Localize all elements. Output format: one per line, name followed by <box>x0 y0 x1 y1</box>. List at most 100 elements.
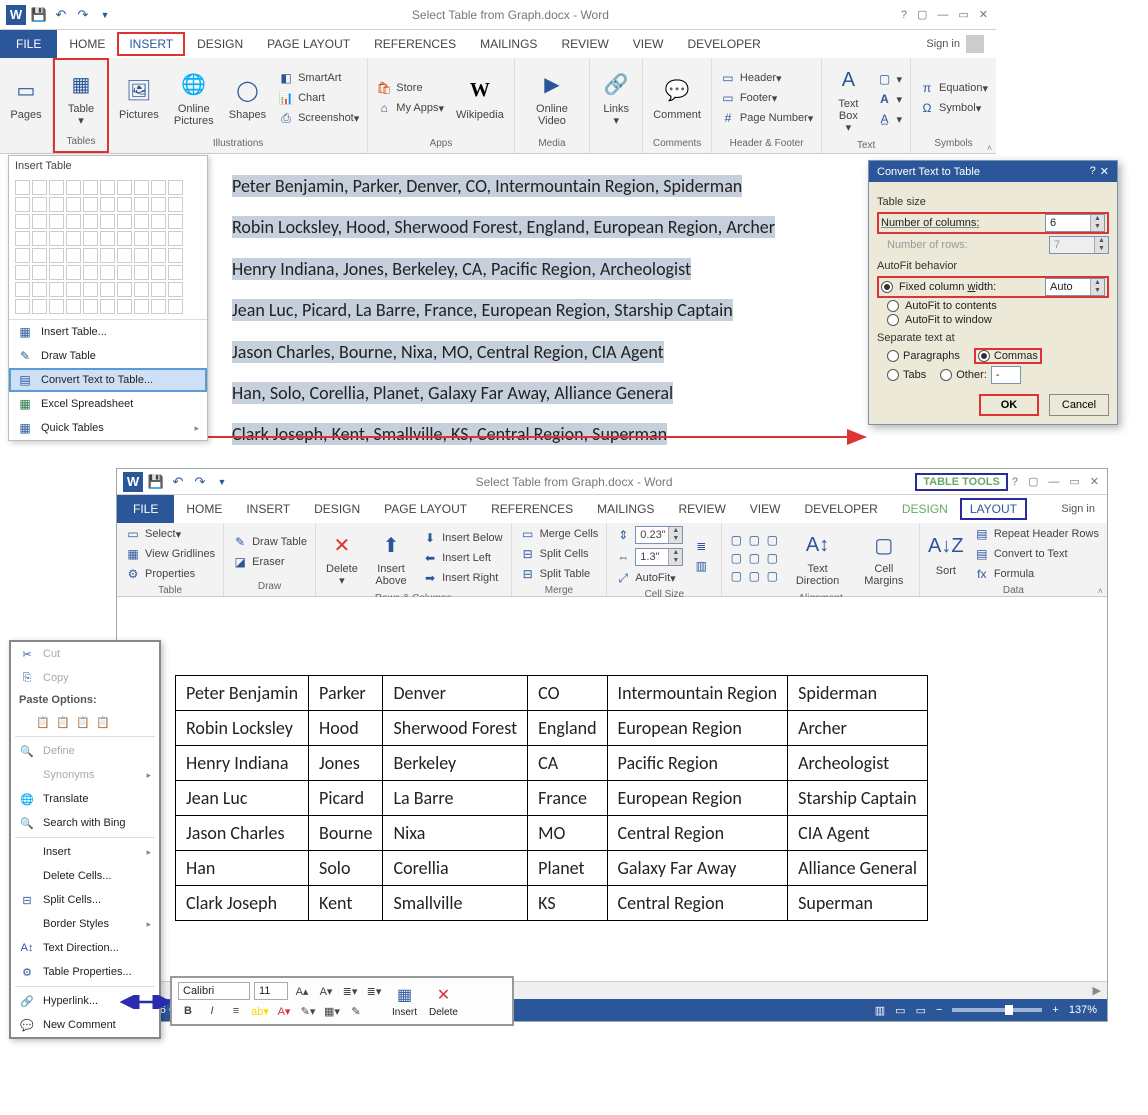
grid-cell[interactable] <box>66 214 81 229</box>
grid-cell[interactable] <box>117 248 132 263</box>
ribbon-display-icon-2[interactable]: ▢ <box>1028 475 1038 488</box>
ctx-border-styles[interactable]: Border Styles▸ <box>11 912 159 936</box>
delete-button[interactable]: ✕ Delete▾ <box>322 525 362 591</box>
tab-developer-2[interactable]: DEVELOPER <box>792 495 889 523</box>
grid-cell[interactable] <box>15 282 30 297</box>
grid-cell[interactable] <box>100 197 115 212</box>
grid-cell[interactable] <box>66 180 81 195</box>
bold-icon[interactable]: B <box>178 1002 198 1020</box>
shrink-font-icon[interactable]: A▾ <box>316 982 336 1000</box>
table-cell[interactable]: Starship Captain <box>788 781 928 816</box>
properties-button[interactable]: ⚙Properties <box>123 565 217 583</box>
table-row[interactable]: HanSoloCorelliaPlanetGalaxy Far AwayAlli… <box>176 851 928 886</box>
ctx-search-bing[interactable]: 🔍Search with Bing <box>11 811 159 835</box>
autofit-button[interactable]: ⤢AutoFit ▾ <box>613 569 685 587</box>
table-cell[interactable]: European Region <box>607 781 788 816</box>
table-cell[interactable]: Jason Charles <box>176 816 309 851</box>
paste-option-4-icon[interactable]: 📋 <box>95 714 111 730</box>
ctx-synonyms[interactable]: Synonyms▸ <box>11 763 159 787</box>
footer-button[interactable]: ▭Footer ▾ <box>718 89 815 107</box>
paste-option-1-icon[interactable]: 📋 <box>35 714 51 730</box>
selected-text-line[interactable]: Peter Benjamin, Parker, Denver, CO, Inte… <box>232 175 742 197</box>
table-cell[interactable]: Corellia <box>383 851 528 886</box>
collapse-ribbon-icon[interactable]: ˄ <box>987 143 992 153</box>
grid-cell[interactable] <box>168 248 183 263</box>
close-icon[interactable]: ✕ <box>979 8 988 21</box>
tab-references-2[interactable]: REFERENCES <box>479 495 585 523</box>
close-icon-2[interactable]: ✕ <box>1090 475 1099 488</box>
grid-cell[interactable] <box>151 299 166 314</box>
grid-cell[interactable] <box>15 265 30 280</box>
grid-cell[interactable] <box>117 180 132 195</box>
minimize-icon[interactable]: — <box>937 9 948 21</box>
myapps-button[interactable]: ⌂My Apps ▾ <box>374 99 446 117</box>
collapse-ribbon-icon-2[interactable]: ˄ <box>1098 586 1103 596</box>
table-cell[interactable]: European Region <box>607 711 788 746</box>
sign-in-link-2[interactable]: Sign in <box>1061 503 1107 515</box>
table-cell[interactable]: Hood <box>309 711 383 746</box>
sort-button[interactable]: A↓Z Sort <box>926 527 966 581</box>
grid-cell[interactable] <box>134 265 149 280</box>
highlight-icon[interactable]: ab▾ <box>250 1002 270 1020</box>
mini-insert-button[interactable]: ▦ Insert <box>388 985 421 1018</box>
insert-left-button[interactable]: ⬅Insert Left <box>420 549 505 567</box>
grid-cell[interactable] <box>32 180 47 195</box>
page-number-button[interactable]: #Page Number ▾ <box>718 109 815 127</box>
restore-icon[interactable]: ▭ <box>958 8 968 21</box>
tab-design[interactable]: DESIGN <box>185 30 255 58</box>
grid-cell[interactable] <box>66 248 81 263</box>
grid-cell[interactable] <box>168 282 183 297</box>
grid-cell[interactable] <box>151 180 166 195</box>
undo-icon-2[interactable]: ↶ <box>169 473 187 491</box>
grid-cell[interactable] <box>151 214 166 229</box>
font-color-icon[interactable]: A▾ <box>274 1002 294 1020</box>
grid-cell[interactable] <box>32 282 47 297</box>
table-row[interactable]: Jean LucPicardLa BarreFranceEuropean Reg… <box>176 781 928 816</box>
distribute-cols-button[interactable]: ▥ <box>691 557 715 575</box>
tab-file-2[interactable]: FILE <box>117 495 174 523</box>
tab-pagelayout[interactable]: PAGE LAYOUT <box>255 30 362 58</box>
cell-margins-button[interactable]: ▢ Cell Margins <box>855 525 913 591</box>
grow-font-icon[interactable]: A▴ <box>292 982 312 1000</box>
grid-cell[interactable] <box>32 197 47 212</box>
grid-cell[interactable] <box>134 231 149 246</box>
grid-cell[interactable] <box>83 180 98 195</box>
grid-cell[interactable] <box>100 282 115 297</box>
grid-cell[interactable] <box>168 180 183 195</box>
pictures-button[interactable]: 🖼 Pictures <box>115 71 163 125</box>
grid-cell[interactable] <box>32 299 47 314</box>
menu-convert-text-to-table[interactable]: ▤Convert Text to Table... <box>9 368 207 392</box>
grid-cell[interactable] <box>117 231 132 246</box>
equation-button[interactable]: πEquation ▾ <box>917 79 990 97</box>
table-cell[interactable]: Galaxy Far Away <box>607 851 788 886</box>
paste-option-2-icon[interactable]: 📋 <box>55 714 71 730</box>
insert-below-button[interactable]: ⬇Insert Below <box>420 529 505 547</box>
grid-cell[interactable] <box>49 231 64 246</box>
ctx-insert[interactable]: Insert▸ <box>11 840 159 864</box>
grid-cell[interactable] <box>168 299 183 314</box>
grid-cell[interactable] <box>83 231 98 246</box>
tab-tabledesign[interactable]: DESIGN <box>890 495 960 523</box>
quick-parts-button[interactable]: ▢▾ <box>875 70 905 88</box>
italic-icon[interactable]: I <box>202 1002 222 1020</box>
split-table-button[interactable]: ⊟Split Table <box>518 565 601 583</box>
grid-cell[interactable] <box>134 197 149 212</box>
save-icon[interactable]: 💾 <box>30 6 48 24</box>
paste-option-3-icon[interactable]: 📋 <box>75 714 91 730</box>
view-print-layout-icon[interactable]: ▥ <box>875 1004 885 1017</box>
distribute-rows-button[interactable]: ≣ <box>691 537 715 555</box>
menu-draw-table[interactable]: ✎Draw Table <box>9 344 207 368</box>
pages-button[interactable]: ▭ Pages <box>6 71 46 125</box>
result-table[interactable]: Peter BenjaminParkerDenverCOIntermountai… <box>175 675 928 921</box>
grid-cell[interactable] <box>151 231 166 246</box>
grid-cell[interactable] <box>134 214 149 229</box>
grid-cell[interactable] <box>49 248 64 263</box>
table-row[interactable]: Jason CharlesBourneNixaMOCentral RegionC… <box>176 816 928 851</box>
num-cols-spinner[interactable]: 6▲▼ <box>1045 214 1105 232</box>
align-br-icon[interactable]: ▢ <box>764 568 780 584</box>
numbering-icon[interactable]: ≣▾ <box>364 982 384 1000</box>
grid-cell[interactable] <box>49 197 64 212</box>
table-cell[interactable]: Bourne <box>309 816 383 851</box>
insert-right-button[interactable]: ➡Insert Right <box>420 569 505 587</box>
tab-mailings-2[interactable]: MAILINGS <box>585 495 666 523</box>
